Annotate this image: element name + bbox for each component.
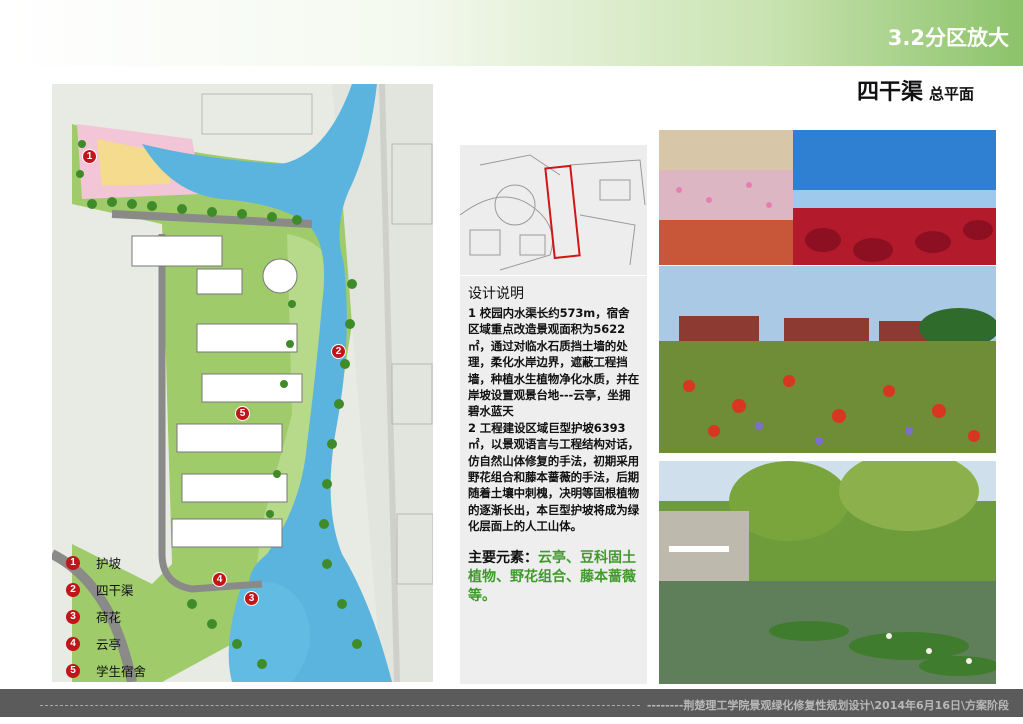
plan-legend: 1 护坡 2 四干渠 3 荷花 4 云亭 5 学生宿舍 xyxy=(66,549,146,684)
location-key-map xyxy=(460,145,647,275)
main-elements: 主要元素：云亭、豆科固土植物、野花组合、藤本蔷薇等。 xyxy=(468,549,640,606)
plan-marker-4: 4 xyxy=(212,572,227,587)
legend-badge: 2 xyxy=(66,582,80,597)
plan-marker-2: 2 xyxy=(331,344,346,359)
header-band xyxy=(8,0,1023,66)
page-subtitle: 四干渠 总平面 xyxy=(857,74,974,106)
footer-divider xyxy=(40,705,640,706)
legend-label: 荷花 xyxy=(96,610,122,625)
legend-badge: 5 xyxy=(66,663,80,678)
legend-label: 护坡 xyxy=(96,556,122,571)
design-description-panel: 设计说明 1 校园内水渠长约573m，宿舍区域重点改造景观面积为5622㎡，通过… xyxy=(460,276,647,684)
description-heading: 设计说明 xyxy=(468,286,524,302)
description-body: 1 校园内水渠长约573m，宿舍区域重点改造景观面积为5622㎡，通过对临水石质… xyxy=(468,306,639,534)
legend-item-2: 2 四干渠 xyxy=(66,576,146,603)
footer-project-info: --------荆楚理工学院景观绿化修复性规划设计\2014年6月16日\方案阶… xyxy=(646,699,1009,712)
lotus-pond-photo xyxy=(659,461,996,684)
main-elements-label: 主要元素： xyxy=(468,549,538,566)
legend-badge: 1 xyxy=(66,555,80,570)
campus-flower-field-photo xyxy=(659,266,996,453)
legend-item-1: 1 护坡 xyxy=(66,549,146,576)
section-title: 3.2分区放大 xyxy=(887,26,1009,50)
wildflower-photo xyxy=(659,130,793,265)
plan-marker-1: 1 xyxy=(82,149,97,164)
plan-marker-5: 5 xyxy=(235,406,250,421)
subtitle-sub: 总平面 xyxy=(929,85,975,103)
subtitle-main: 四干渠 xyxy=(857,80,924,105)
kochia-field-photo xyxy=(793,130,996,265)
legend-item-5: 5 学生宿舍 xyxy=(66,657,146,684)
legend-badge: 3 xyxy=(66,609,80,624)
legend-label: 四干渠 xyxy=(96,583,134,598)
legend-label: 学生宿舍 xyxy=(96,664,147,679)
legend-badge: 4 xyxy=(66,636,80,651)
legend-item-3: 3 荷花 xyxy=(66,603,146,630)
plan-marker-3: 3 xyxy=(244,591,259,606)
legend-item-4: 4 云亭 xyxy=(66,630,146,657)
legend-label: 云亭 xyxy=(96,637,122,652)
